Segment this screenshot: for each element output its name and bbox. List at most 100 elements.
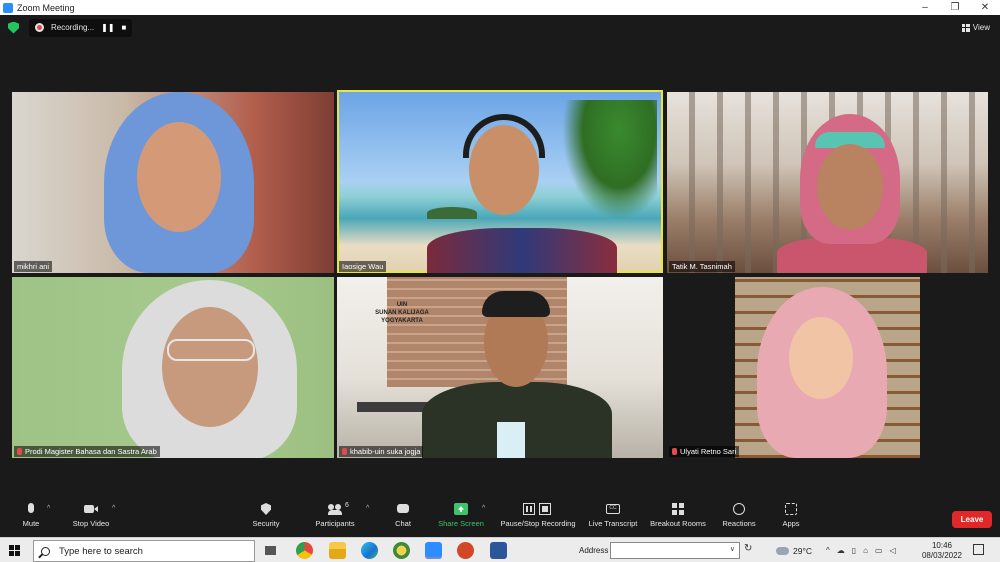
mic-muted-icon [17,448,22,455]
clock-date: 08/03/2022 [921,551,963,560]
cloud-icon [776,547,789,555]
participant-name-tag: Tatik M. Tasnimah [669,261,735,272]
pause-recording-button[interactable]: ❚❚ [101,23,114,32]
video-tile-6[interactable]: Ulyati Retno Sari [667,277,988,458]
search-icon [41,546,50,556]
refresh-icon[interactable]: ↻ [744,543,752,554]
participants-label: Participants [315,519,355,528]
breakout-rooms-label: Breakout Rooms [650,519,706,528]
microphone-icon [24,503,38,515]
audio-options-caret[interactable]: ^ [47,505,50,512]
system-tray: ^ ☁ ▯ ⌂ ▭ ◁ [826,546,896,555]
participant-face [817,144,883,230]
chat-label: Chat [395,519,411,528]
window-title: Zoom Meeting [17,2,75,13]
participant-name: khabib-uin suka jogja [350,447,421,456]
pause-stop-icon [523,503,553,515]
headset-icon [463,114,545,158]
reactions-label: Reactions [722,519,756,528]
participant-name: Tatik M. Tasnimah [672,262,732,271]
stop-video-label: Stop Video [72,519,110,528]
maximize-button[interactable]: ❐ [940,0,970,15]
video-options-caret[interactable]: ^ [112,505,115,512]
video-tile-1[interactable]: mikhri ani [12,92,334,273]
apps-button[interactable]: Apps [756,503,826,528]
taskbar-search-box[interactable]: Type here to search [33,540,255,562]
taskbar-clock[interactable]: 10:46 08/03/2022 [914,541,970,561]
zoom-screen: Zoom Meeting – ❐ ✕ Recording... ❚❚ ■ Vie… [0,0,1000,562]
weather-widget[interactable]: 29°C [776,546,812,556]
participant-name: Iaosige Wau [342,262,384,271]
participants-icon: 6 [328,502,349,515]
taskbar-search-placeholder: Type here to search [59,545,143,557]
task-view-icon[interactable] [262,542,279,559]
share-screen-icon [454,503,468,515]
participant-name: Prodi Magister Bahasa dan Sastra Arab [25,447,157,456]
network-icon[interactable]: ⌂ [863,546,868,555]
chevron-down-icon[interactable]: ∨ [730,545,735,553]
meeting-toolbar: Mute ^ Stop Video ^ Security 6 Participa… [0,497,1000,537]
edge-icon[interactable] [361,542,378,559]
leave-button[interactable]: Leave [952,511,992,528]
video-tile-4[interactable]: Prodi Magister Bahasa dan Sastra Arab [12,277,334,458]
closed-caption-icon: CC [606,503,620,515]
battery-icon[interactable]: ▭ [875,546,883,555]
window-titlebar: Zoom Meeting – ❐ ✕ [0,0,1000,15]
recording-label: Recording... [51,23,95,32]
zoom-app-icon [3,2,13,13]
encryption-shield-icon[interactable] [8,21,19,34]
zoom-taskbar-icon[interactable] [425,542,442,559]
address-label: Address [579,546,609,555]
participant-body [427,228,617,273]
sign-line-2: SUNAN KALIJAGA [375,310,429,316]
phone-icon[interactable]: ▯ [852,546,856,555]
temperature: 29°C [793,546,812,556]
app-icon[interactable] [393,542,410,559]
security-button[interactable]: Security [231,503,301,528]
share-options-caret[interactable]: ^ [482,505,485,512]
participant-name-tag: mikhri ani [14,261,53,272]
file-explorer-icon[interactable] [329,542,346,559]
chevron-up-icon[interactable]: ^ [826,546,830,555]
mic-muted-icon [672,448,677,455]
participant-face [162,307,258,427]
participant-name-tag: Ulyati Retno Sari [669,446,740,457]
stop-video-button[interactable]: Stop Video [56,503,126,528]
word-icon[interactable] [490,542,507,559]
address-bar-input[interactable]: ∨ [610,542,740,559]
participant-name: mikhri ani [17,262,50,271]
sign-line-1: UIN [396,302,408,308]
view-button[interactable]: View [961,23,990,32]
participants-button[interactable]: 6 Participants [300,502,370,528]
minimize-button[interactable]: – [910,0,940,15]
live-transcript-button[interactable]: CC Live Transcript [578,503,648,528]
breakout-rooms-icon [671,503,685,515]
notification-center-icon[interactable] [973,544,984,555]
close-button[interactable]: ✕ [970,0,1000,15]
stop-recording-button[interactable]: ■ [122,23,127,32]
meeting-top-strip: Recording... ❚❚ ■ View [0,15,1000,40]
recording-dot-icon [35,23,44,32]
video-tile-5[interactable]: UIN SUNAN KALIJAGA YOGYAKARTA khabib-uin… [337,277,663,458]
shirt-collar [497,422,525,458]
pause-stop-recording-button[interactable]: Pause/Stop Recording [500,503,576,528]
eyeglasses-icon [167,339,255,361]
participants-count: 6 [345,502,349,509]
cloud-sync-icon[interactable]: ☁ [837,546,845,555]
window-controls: – ❐ ✕ [910,0,1000,15]
chrome-icon[interactable] [296,542,313,559]
video-camera-icon [84,503,98,515]
share-screen-button[interactable]: Share Screen [426,503,496,528]
speaker-icon[interactable]: ◁ [890,546,896,555]
security-shield-icon [259,503,273,515]
view-label: View [972,23,990,32]
grid-view-icon [961,23,970,32]
meeting-area: Recording... ❚❚ ■ View mikhri ani Iaosig… [0,15,1000,497]
apps-label: Apps [782,519,800,528]
breakout-rooms-button[interactable]: Breakout Rooms [643,503,713,528]
video-tile-3[interactable]: Tatik M. Tasnimah [667,92,988,273]
video-tile-2[interactable]: Iaosige Wau [337,90,663,273]
clock-time: 10:46 [931,541,953,550]
windows-start-icon[interactable] [9,545,20,556]
powerpoint-icon[interactable] [457,542,474,559]
